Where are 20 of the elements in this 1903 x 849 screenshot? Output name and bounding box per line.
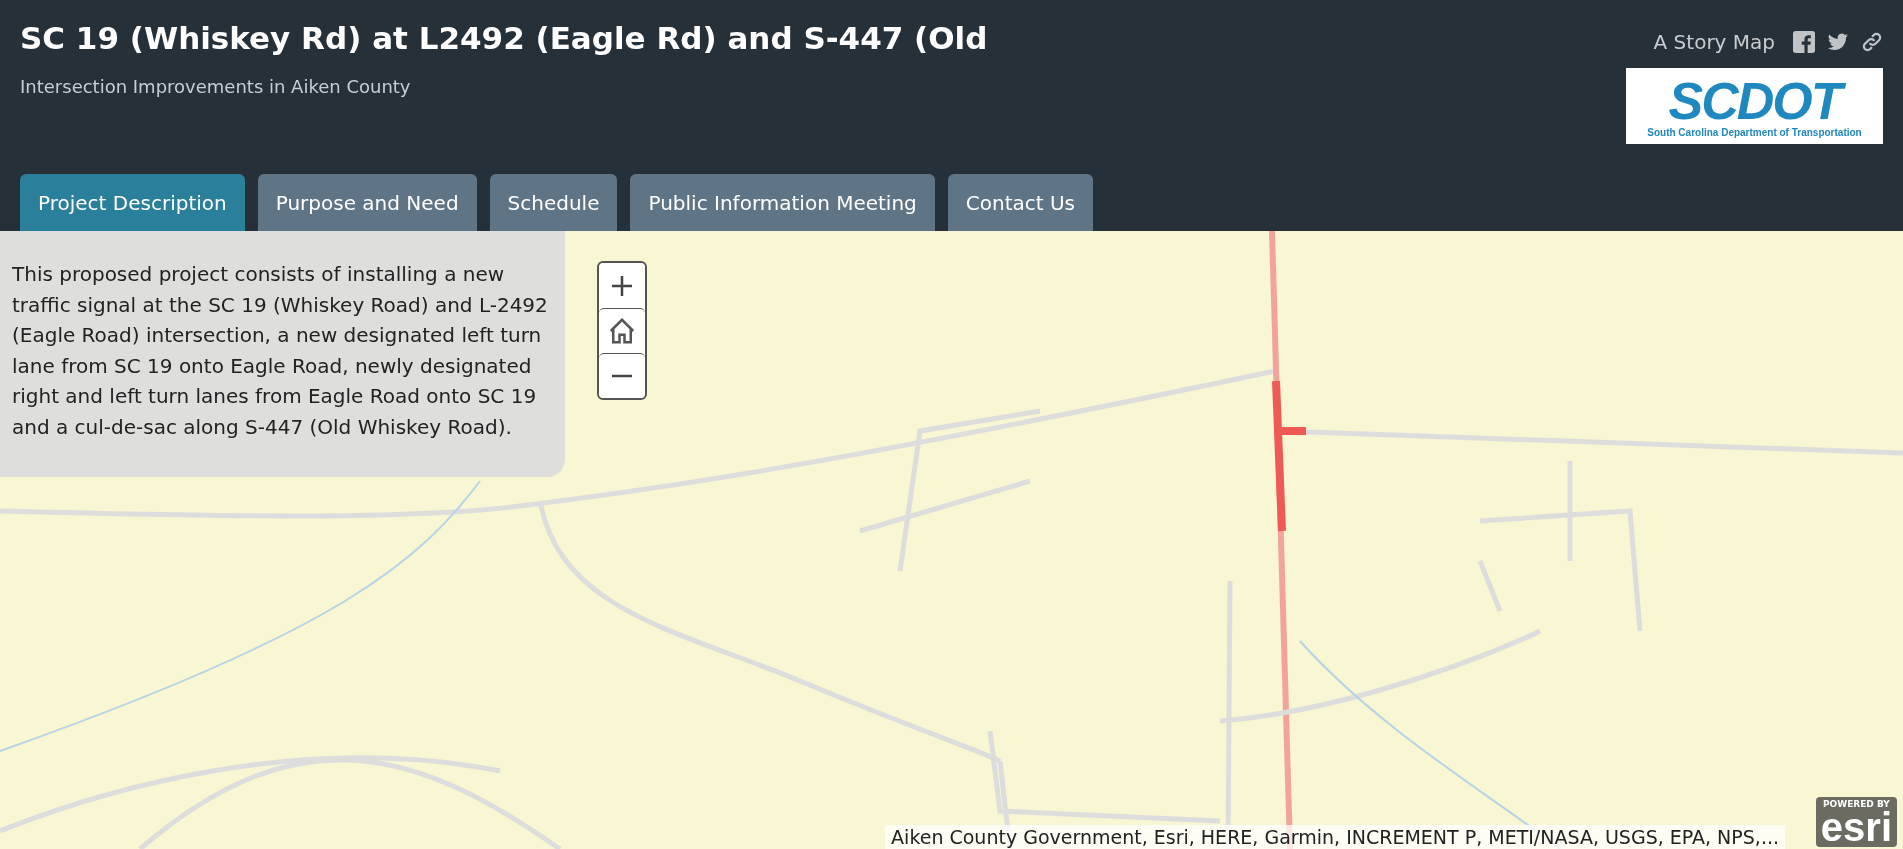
logo-caption: South Carolina Department of Transportation <box>1647 126 1862 138</box>
map-attribution: Aiken County Government, Esri, HERE, Garmin, INCREMENT P, METI/NASA, USGS, EPA, NPS,... <box>885 825 1785 849</box>
esri-wordmark: esri <box>1820 809 1892 845</box>
story-map-label: A Story Map <box>1653 30 1775 54</box>
minus-icon <box>610 374 634 378</box>
tab[interactable]: Project Description <box>20 174 245 231</box>
tab[interactable]: Schedule <box>489 174 618 231</box>
home-icon <box>607 316 637 346</box>
plus-icon <box>610 273 634 298</box>
bird-icon[interactable] <box>1827 31 1849 53</box>
tab[interactable]: Purpose and Need <box>257 174 477 231</box>
zoom-out-button[interactable] <box>599 353 645 398</box>
page-subtitle: Intersection Improvements in Aiken County <box>20 76 412 97</box>
powered-by-label: POWERED BY <box>1822 799 1890 809</box>
description-text: This proposed project consists of installing a new traffic signal at the SC 19 (Whiskey Road) and L-2492 (Eagle Road) intersection, a new designated left turn lane from SC 19 onto Eagle Road, newly designated right and left turn lanes from Eagle Road onto SC 19 and a cul-de-sac along S-447 (Old Whiskey Road). <box>12 261 549 441</box>
facebook-icon[interactable] <box>1793 31 1815 53</box>
tab[interactable]: Public Information Meeting <box>630 174 935 231</box>
link-icon[interactable] <box>1861 31 1883 53</box>
page-title: SC 19 (Whiskey Rd) at L2492 (Eagle Rd) and S-447 (Old <box>20 20 988 56</box>
tab[interactable]: Contact Us <box>947 174 1094 231</box>
